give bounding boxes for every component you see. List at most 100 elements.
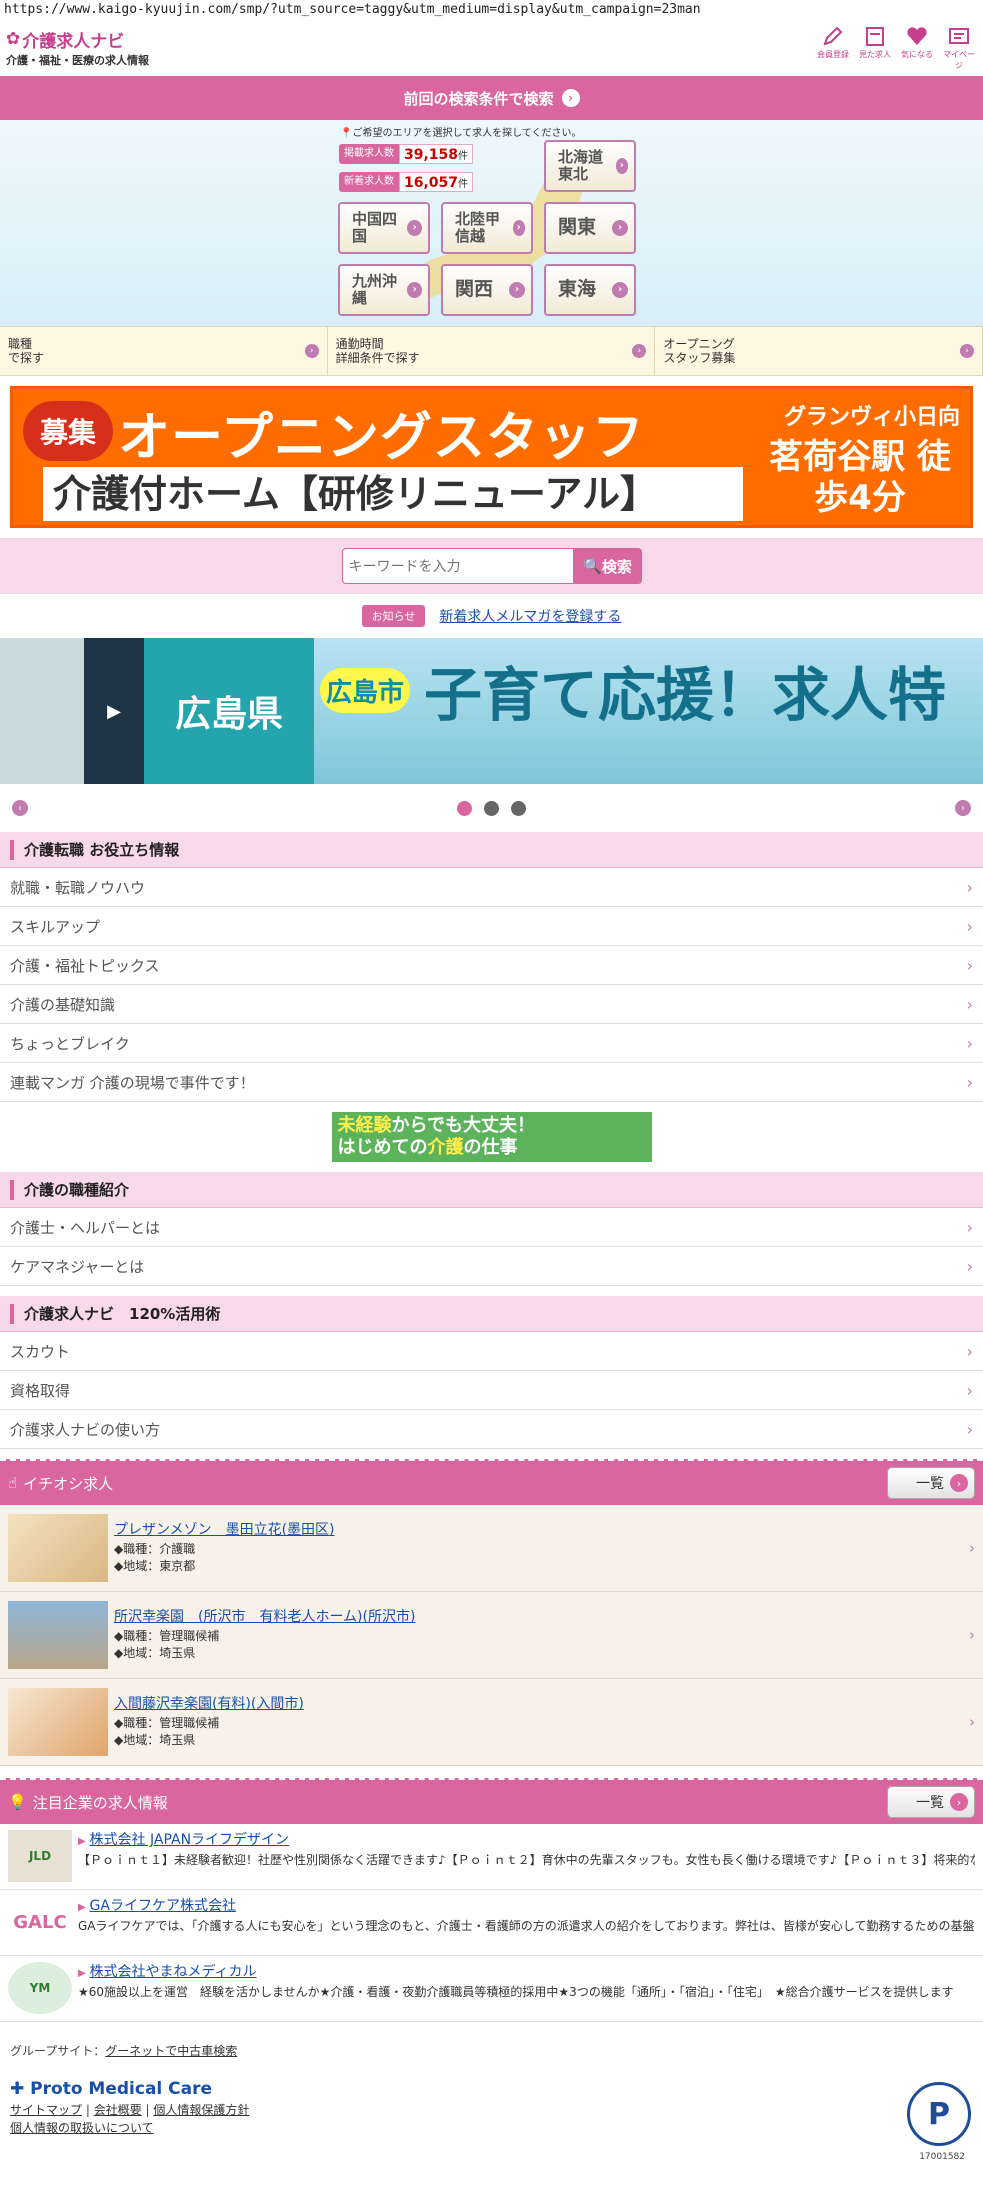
flower-icon: ✿: [6, 29, 21, 49]
company-link[interactable]: GAライフケア株式会社: [90, 1898, 236, 1914]
region-hokkaido-tohoku[interactable]: 北海道東北 ›: [544, 140, 636, 192]
list-item[interactable]: ちょっとブレイク ›: [0, 1024, 983, 1063]
favorites-button[interactable]: 気になる: [899, 24, 935, 71]
region-kansai[interactable]: 関西 ›: [441, 264, 533, 316]
featured-more-button[interactable]: 一覧 ›: [887, 1467, 975, 1499]
mypage-label: マイページ: [943, 49, 975, 70]
lightbulb-icon: 💡: [8, 1793, 27, 1811]
play-icon: ▶: [84, 638, 144, 784]
slider-dot[interactable]: [457, 800, 472, 816]
region-label: 関西: [455, 278, 494, 301]
banner-subtitle: 介護付ホーム【研修リニューアル】: [43, 467, 743, 521]
viewed-jobs-button[interactable]: 見た求人: [857, 24, 893, 71]
news-bar: お知らせ 新着求人メルマガを登録する: [0, 594, 983, 638]
list-item-label: 介護求人ナビの使い方: [10, 1420, 161, 1439]
sitemap-link[interactable]: サイトマップ: [10, 2103, 82, 2117]
section-title: 介護求人ナビ 120%活用術: [24, 1305, 221, 1323]
region-hokuriku-koshinetsu[interactable]: 北陸甲信越 ›: [441, 202, 533, 254]
list-item[interactable]: スキルアップ ›: [0, 907, 983, 946]
more-label: 一覧: [916, 1795, 944, 1811]
list-item[interactable]: 就職・転職ノウハウ ›: [0, 868, 983, 907]
list-item[interactable]: 介護士・ヘルパーとは ›: [0, 1208, 983, 1247]
slider-dot[interactable]: [511, 800, 526, 816]
company-item[interactable]: JLD ▶ 株式会社 JAPANライフデザイン 【Ｐｏｉｎｔ１】未経験者歓迎！社歴…: [0, 1824, 983, 1890]
company-logo: YM: [8, 1962, 72, 2014]
pencil-icon: [823, 26, 843, 46]
company-link[interactable]: 株式会社 JAPANライフデザイン: [90, 1832, 290, 1848]
chevron-right-icon: ›: [966, 1033, 973, 1053]
previous-search-button[interactable]: 前回の検索条件で検索 ›: [0, 76, 983, 120]
address-bar[interactable]: https://www.kaigo-kyuujin.com/smp/?utm_s…: [0, 0, 983, 22]
search-by-job-type[interactable]: 職種 で探す ›: [0, 327, 328, 375]
region-label: 北陸甲信越: [455, 209, 501, 245]
slider-headline: 子育て応援！求人特: [424, 661, 947, 729]
stat-label: 新着求人数: [339, 172, 399, 192]
job-card[interactable]: 所沢幸楽園 (所沢市 有料老人ホーム)(所沢市) ◆職種：管理職候補 ◆地域：埼玉県…: [0, 1592, 983, 1679]
posted-jobs-stat: 掲載求人数 39,158件: [339, 142, 513, 166]
list-item[interactable]: 介護・福祉トピックス ›: [0, 946, 983, 985]
search-by-commute[interactable]: 通勤時間 詳細条件で探す ›: [328, 327, 656, 375]
list-item[interactable]: 資格取得 ›: [0, 1371, 983, 1410]
keyword-input[interactable]: [341, 548, 574, 584]
slider-city: 広島市: [320, 668, 411, 713]
list-item[interactable]: 介護の基礎知識 ›: [0, 985, 983, 1024]
feature-slider[interactable]: ▶ 広島県 広島市 子育て応援！求人特: [0, 638, 983, 784]
section-title: 介護転職 お役立ち情報: [24, 841, 180, 859]
personal-info-link[interactable]: 個人情報の取扱いについて: [10, 2121, 154, 2135]
list-item-label: 介護・福祉トピックス: [10, 956, 160, 975]
slider-dot[interactable]: [484, 800, 499, 816]
map-note: 📍ご希望のエリアを選択して求人を探してください。: [340, 124, 582, 139]
beginner-banner[interactable]: 未経験からでも大丈夫！ はじめての介護の仕事: [331, 1112, 652, 1162]
job-card[interactable]: プレザンメゾン 墨田立花(墨田区) ◆職種：介護職 ◆地域：東京都 ›: [0, 1505, 983, 1592]
company-link[interactable]: 株式会社やまねメディカル: [90, 1964, 257, 1980]
section-header: 介護転職 お役立ち情報: [0, 832, 983, 868]
chevron-right-icon: ›: [969, 1539, 975, 1557]
chevron-right-icon: ›: [960, 344, 975, 358]
triangle-right-icon: ▶: [78, 1902, 86, 1913]
newsletter-link[interactable]: 新着求人メルマガを登録する: [439, 606, 621, 626]
opening-staff-banner[interactable]: 募集 オープニングスタッフ 介護付ホーム【研修リニューアル】 グランヴィ小日向 …: [10, 386, 973, 528]
banner-station: 茗荷谷駅 徒歩4分: [769, 437, 951, 518]
register-button[interactable]: 会員登録: [815, 24, 851, 71]
chevron-right-icon: ›: [509, 282, 525, 298]
chevron-right-icon: ›: [966, 1256, 973, 1276]
calendar-icon: [866, 26, 884, 46]
company-item[interactable]: GALC ▶ GAライフケア株式会社 GAライフケアでは、「介護する人にも安心を」…: [0, 1890, 983, 1956]
privacy-policy-link[interactable]: 個人情報保護方針: [153, 2103, 249, 2117]
companies-more-button[interactable]: 一覧 ›: [887, 1786, 975, 1818]
company-item[interactable]: YM ▶ 株式会社やまねメディカル ★60施設以上を運営 経験を活かしませんか★介…: [0, 1956, 983, 2022]
site-logo[interactable]: ✿ 介護求人ナビ 介護・福祉・医療の求人情報: [6, 27, 149, 68]
job-name-link[interactable]: 所沢幸楽園 (所沢市 有料老人ホーム)(所沢市): [114, 1609, 415, 1625]
chevron-right-icon[interactable]: ›: [955, 800, 971, 816]
logo-text: 介護求人ナビ: [22, 31, 125, 52]
region-kyushu-okinawa[interactable]: 九州沖縄 ›: [338, 264, 430, 316]
slider-controls: ‹ ›: [0, 784, 983, 832]
list-item[interactable]: 介護求人ナビの使い方 ›: [0, 1410, 983, 1449]
job-name-link[interactable]: 入間藤沢幸楽園(有料)(入間市): [114, 1696, 304, 1712]
chevron-left-icon[interactable]: ‹: [12, 800, 28, 816]
region-label: 中国四国: [352, 209, 398, 245]
job-name-link[interactable]: プレザンメゾン 墨田立花(墨田区): [114, 1522, 335, 1538]
privacy-mark-icon[interactable]: P: [907, 2082, 971, 2146]
logo-subtitle: 介護・福祉・医療の求人情報: [6, 53, 149, 67]
companies-title: 注目企業の求人情報: [32, 1793, 168, 1812]
mypage-button[interactable]: マイページ: [941, 24, 977, 71]
group-site-link[interactable]: グーネットで中古車検索: [105, 2044, 237, 2058]
company-desc: ★60施設以上を運営 経験を活かしませんか★介護・看護・夜勤介護職員等積極的採用…: [78, 1985, 954, 1999]
list-item-label: スキルアップ: [10, 917, 101, 936]
region-kanto[interactable]: 関東 ›: [544, 202, 636, 254]
search-button[interactable]: 🔍 検索: [573, 548, 642, 584]
list-item[interactable]: スカウト ›: [0, 1332, 983, 1371]
slider-dots: [457, 800, 526, 816]
id-card-icon: [949, 27, 969, 44]
company-info-link[interactable]: 会社概要: [94, 2103, 142, 2117]
region-chugoku-shikoku[interactable]: 中国四国 ›: [338, 202, 430, 254]
opening-staff-link[interactable]: オープニング スタッフ募集 ›: [655, 327, 983, 375]
job-card[interactable]: 入間藤沢幸楽園(有料)(入間市) ◆職種：管理職候補 ◆地域：埼玉県 ›: [0, 1679, 983, 1766]
region-tokai[interactable]: 東海 ›: [544, 264, 636, 316]
map-note-text: ご希望のエリアを選択して求人を探してください。: [352, 128, 582, 139]
list-item[interactable]: 連載マンガ 介護の現場で事件です！ ›: [0, 1063, 983, 1102]
list-item[interactable]: ケアマネジャーとは ›: [0, 1247, 983, 1286]
brand-logo[interactable]: ✚ Proto Medical Care: [10, 2079, 973, 2099]
chevron-right-icon: ›: [966, 1341, 973, 1361]
